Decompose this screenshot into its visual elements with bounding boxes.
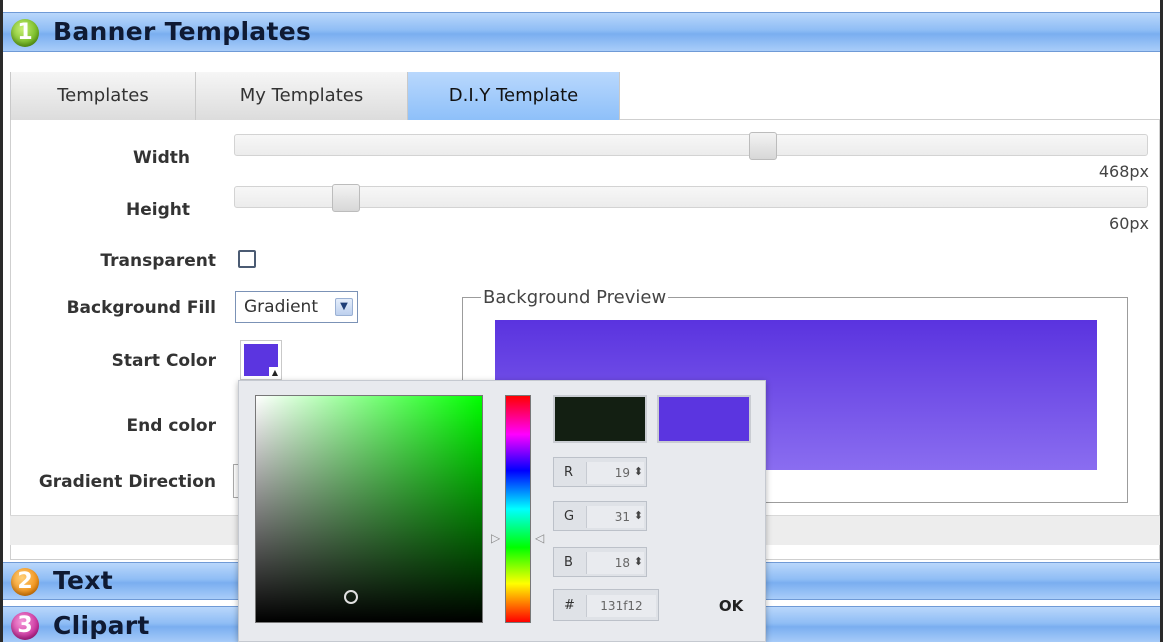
height-label: Height: [126, 200, 190, 220]
current-color-preview[interactable]: [657, 395, 751, 443]
hue-slider[interactable]: [505, 395, 531, 623]
height-slider-handle[interactable]: [332, 184, 360, 212]
stepper-icon[interactable]: ⬍: [634, 555, 643, 568]
red-field[interactable]: R 19 ⬍: [553, 457, 647, 487]
hex-label: #: [564, 598, 575, 613]
caret-down-icon: ▲: [269, 367, 281, 379]
width-value: 468px: [1098, 162, 1149, 181]
step-3-badge: 3: [11, 612, 39, 640]
stepper-icon[interactable]: ⬍: [634, 465, 643, 478]
start-color-button[interactable]: ▲: [240, 340, 282, 380]
new-color-preview: [553, 395, 647, 443]
background-fill-value: Gradient: [244, 297, 318, 317]
green-label: G: [564, 509, 575, 524]
width-slider[interactable]: [234, 132, 1148, 160]
tab-templates[interactable]: Templates: [10, 72, 196, 120]
tab-my-templates[interactable]: My Templates: [196, 72, 408, 120]
green-field[interactable]: G 31 ⬍: [553, 501, 647, 531]
height-value: 60px: [1109, 214, 1149, 233]
width-label: Width: [133, 148, 190, 168]
height-slider[interactable]: [234, 184, 1148, 212]
template-tabs: Templates My Templates D.I.Y Template: [10, 72, 1160, 120]
sv-black-layer: [256, 396, 482, 622]
tab-diy-template[interactable]: D.I.Y Template: [408, 72, 620, 120]
end-color-label: End color: [126, 416, 216, 436]
transparent-label: Transparent: [100, 251, 216, 271]
red-label: R: [564, 465, 574, 480]
blue-field[interactable]: B 18 ⬍: [553, 547, 647, 577]
step-2-badge: 2: [11, 568, 39, 596]
saturation-value-area[interactable]: [255, 395, 483, 623]
color-picker-popup: ▷ ◁ R 19 ⬍ G 31 ⬍ B 18 ⬍ # 131f12 OK: [238, 380, 766, 642]
section-title: Banner Templates: [53, 17, 312, 46]
stepper-icon[interactable]: ⬍: [634, 509, 643, 522]
blue-label: B: [564, 555, 573, 570]
gradient-direction-label: Gradient Direction: [38, 472, 216, 492]
section-title: Clipart: [53, 611, 150, 640]
chevron-down-icon: ▼: [335, 298, 353, 316]
section-header-banner-templates[interactable]: 1 Banner Templates: [3, 12, 1160, 52]
background-fill-select[interactable]: Gradient ▼: [235, 291, 358, 323]
sv-marker-icon[interactable]: [344, 590, 358, 604]
ok-button[interactable]: OK: [713, 591, 749, 621]
start-color-label: Start Color: [111, 351, 216, 371]
background-preview-legend: Background Preview: [481, 287, 669, 308]
background-fill-label: Background Fill: [66, 298, 216, 318]
step-1-badge: 1: [11, 19, 39, 47]
width-slider-handle[interactable]: [749, 132, 777, 160]
transparent-checkbox[interactable]: [238, 250, 256, 268]
hex-field[interactable]: # 131f12: [553, 589, 659, 621]
hex-value[interactable]: 131f12: [586, 595, 656, 617]
section-title: Text: [53, 566, 113, 595]
hue-pointer-right-icon: ◁: [535, 531, 545, 545]
hue-pointer-left-icon: ▷: [491, 531, 501, 545]
